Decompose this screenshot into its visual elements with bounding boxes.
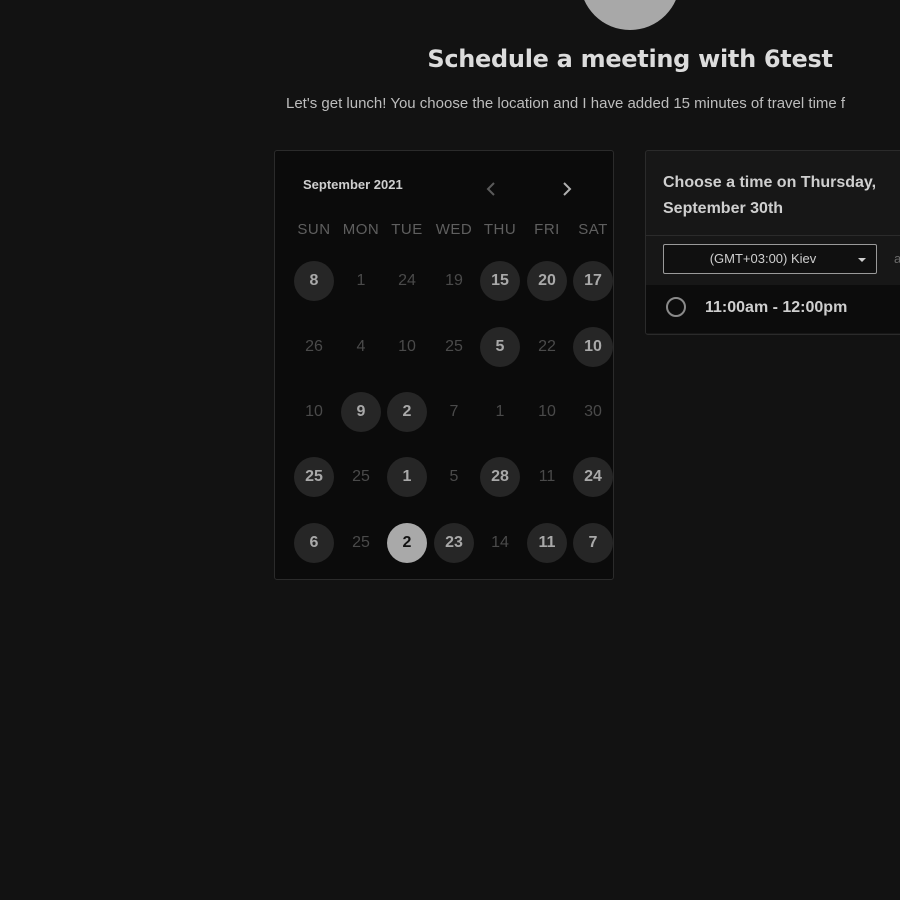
month-label: September 2021	[303, 177, 403, 192]
chevron-right-icon	[563, 182, 572, 196]
calendar-day: 25	[352, 468, 370, 485]
weekday-label-mon: MON	[342, 221, 380, 238]
weekday-label-thu: THU	[483, 221, 517, 238]
time-slot-panel: Choose a time on Thursday, September 30t…	[645, 150, 900, 335]
host-avatar	[580, 0, 680, 30]
time-panel-title: Choose a time on Thursday, September 30t…	[663, 174, 877, 217]
calendar-day: 24	[398, 272, 416, 289]
weekday-label-fri: FRI	[534, 221, 560, 238]
timezone-value: (GMT+03:00) Kiev	[709, 251, 817, 266]
calendar-day[interactable]: 7	[573, 523, 613, 563]
calendar-day: 10	[538, 403, 556, 420]
calendar-day: 10	[398, 338, 416, 355]
timezone-extra-text: a	[894, 251, 900, 266]
previous-month-button[interactable]	[481, 177, 501, 201]
calendar-day[interactable]: 28	[480, 457, 520, 497]
page-title: Schedule a meeting with 6test	[427, 45, 833, 73]
radio-button-icon[interactable]	[666, 297, 686, 317]
weekday-header-row: SUN MON TUE WED THU FRI SAT	[283, 221, 613, 241]
calendar-day: 19	[445, 272, 463, 289]
calendar-day[interactable]: 2	[387, 392, 427, 432]
calendar-day: 11	[538, 468, 556, 485]
selected-day[interactable]: 2	[387, 523, 427, 563]
calendar-day: 5	[449, 468, 459, 485]
calendar-day[interactable]: 8	[294, 261, 334, 301]
weekday-label-tue: TUE	[391, 221, 423, 238]
weekday-label-sun: SUN	[297, 221, 331, 238]
calendar-day: 14	[491, 534, 509, 551]
calendar-day: 7	[449, 403, 459, 420]
calendar-day: 25	[445, 338, 463, 355]
next-month-button[interactable]	[557, 177, 577, 201]
calendar-day: 26	[305, 338, 323, 355]
weekday-label-sat: SAT	[578, 221, 608, 238]
calendar-day: 30	[584, 403, 602, 420]
caret-down-icon	[858, 258, 866, 262]
calendar-day: 1	[356, 272, 366, 289]
calendar-day: 4	[356, 338, 366, 355]
calendar-day[interactable]: 20	[527, 261, 567, 301]
calendar-day[interactable]: 23	[434, 523, 474, 563]
calendar-day[interactable]: 1	[387, 457, 427, 497]
time-slot-option[interactable]: 11:00am - 12:00pm	[646, 285, 900, 333]
calendar-day[interactable]: 10	[573, 327, 613, 367]
date-picker-calendar: September 2021 SUN MON TUE WED THU FRI SAT 812…	[274, 150, 614, 580]
calendar-day[interactable]: 11	[527, 523, 567, 563]
time-slot-label: 11:00am - 12:00pm	[705, 299, 848, 316]
calendar-day[interactable]: 5	[480, 327, 520, 367]
time-panel-header: Choose a time on Thursday, September 30t…	[646, 151, 900, 236]
timezone-select[interactable]: (GMT+03:00) Kiev	[663, 244, 877, 274]
calendar-day[interactable]: 9	[341, 392, 381, 432]
calendar-day[interactable]: 24	[573, 457, 613, 497]
calendar-day: 25	[352, 534, 370, 551]
calendar-day[interactable]: 25	[294, 457, 334, 497]
weekday-label-wed: WED	[435, 221, 473, 238]
calendar-day[interactable]: 17	[573, 261, 613, 301]
calendar-day[interactable]: 6	[294, 523, 334, 563]
calendar-day: 10	[305, 403, 323, 420]
page-description: Let's get lunch! You choose the location…	[286, 95, 846, 112]
calendar-day: 1	[495, 403, 505, 420]
calendar-day: 22	[538, 338, 556, 355]
chevron-left-icon	[486, 182, 495, 196]
calendar-day[interactable]: 15	[480, 261, 520, 301]
